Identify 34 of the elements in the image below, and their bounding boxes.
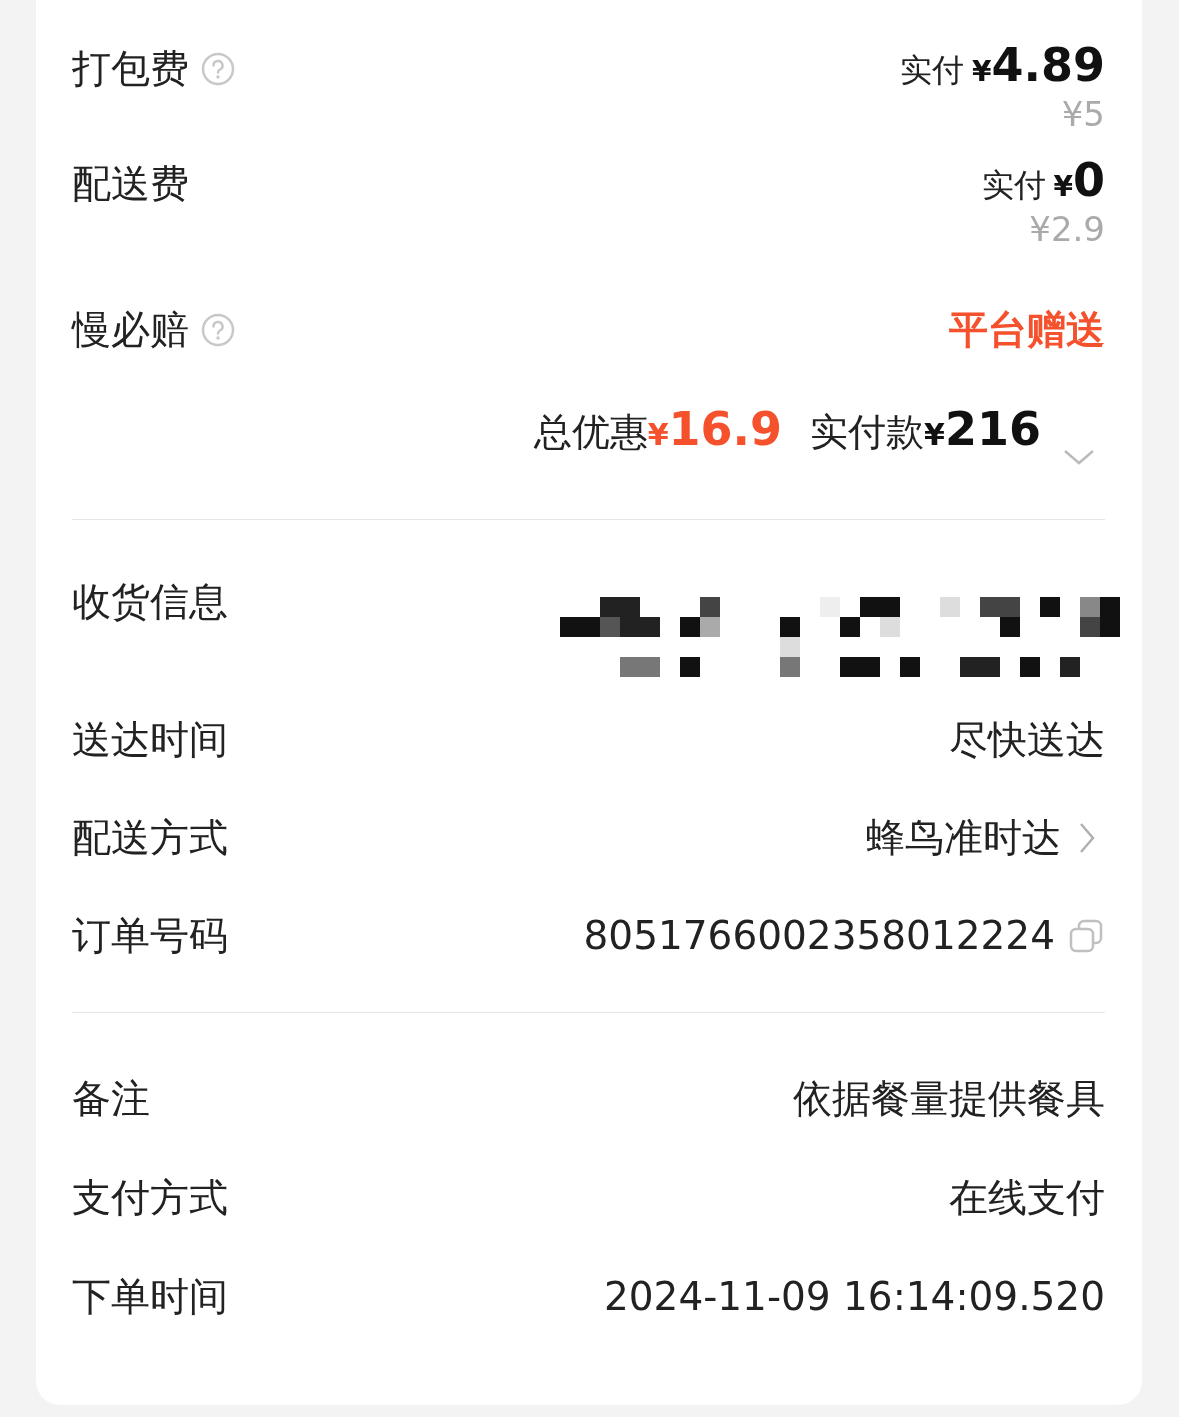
fee-label: 配送费: [72, 160, 189, 208]
discount-amount: 16.9: [668, 401, 783, 458]
row-label: 配送方式: [72, 813, 228, 862]
address-label: 收货信息: [72, 578, 228, 626]
row-label: 支付方式: [72, 1173, 228, 1222]
currency-symbol: ¥: [1053, 170, 1073, 205]
fee-label: 慢必赔: [72, 306, 189, 354]
currency-symbol: ¥: [924, 417, 945, 454]
fee-label: 打包费: [72, 45, 189, 93]
paid-amount: 0: [1073, 155, 1105, 205]
help-icon[interactable]: [201, 52, 235, 87]
paid-amount: 4.89: [991, 40, 1105, 90]
total-paid-amount: 216: [944, 401, 1041, 458]
original-price: ¥5: [1061, 94, 1105, 134]
row-value: 蜂鸟准时达: [866, 813, 1061, 862]
paid-label: 实付: [900, 50, 964, 91]
paid-label: 实付: [981, 165, 1046, 206]
currency-symbol: ¥: [972, 54, 992, 90]
original-price: ¥2.9: [1029, 209, 1105, 249]
currency-symbol: ¥: [647, 417, 669, 454]
row-label: 送达时间: [72, 715, 228, 764]
row-label: 备注: [72, 1074, 150, 1123]
fee-value: 平台赠送: [949, 306, 1105, 354]
row-value: 8051766002358012224: [583, 911, 1055, 960]
row-value: 在线支付: [949, 1173, 1105, 1222]
copy-icon[interactable]: [1067, 917, 1105, 955]
row-label: 下单时间: [72, 1272, 228, 1321]
help-icon[interactable]: [201, 313, 235, 348]
row-value: 尽快送达: [949, 715, 1105, 764]
row-value: 2024-11-09 16:14:09.520: [603, 1272, 1105, 1321]
row-label: 订单号码: [72, 911, 228, 960]
discount-label: 总优惠: [533, 409, 648, 456]
row-value: 依据餐量提供餐具: [793, 1074, 1105, 1123]
total-paid-label: 实付款: [810, 409, 925, 456]
